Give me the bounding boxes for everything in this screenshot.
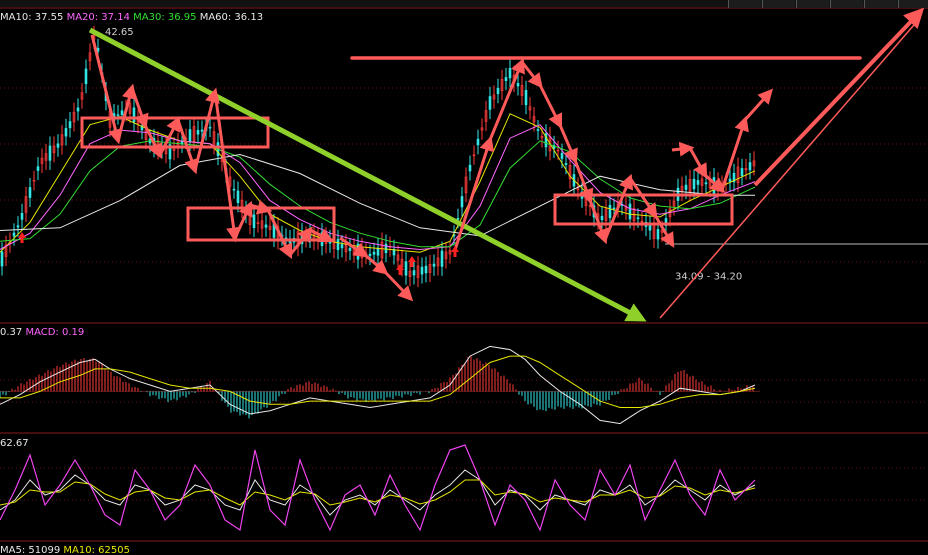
candle-body <box>368 253 372 256</box>
legend-entry: 0.37 <box>0 327 25 338</box>
candle-body <box>376 247 380 256</box>
candle-body <box>748 162 752 171</box>
swing-arrow <box>288 226 313 256</box>
toolbar-button[interactable] <box>830 0 863 8</box>
candle-body <box>188 129 192 142</box>
legend-entry: 62.67 <box>0 438 29 449</box>
buy-signal-icon <box>451 246 459 257</box>
candle-body <box>420 266 424 275</box>
candle-body <box>264 224 268 228</box>
series-line-j <box>0 444 756 532</box>
candle-body <box>504 77 508 81</box>
candle-body <box>628 203 632 220</box>
candle-body <box>348 248 352 251</box>
swing-arrow <box>266 209 293 260</box>
candle-body <box>460 196 464 208</box>
candle-body <box>468 164 472 172</box>
candle-body <box>636 217 640 220</box>
candle-body <box>684 184 688 190</box>
candle-body <box>36 166 40 171</box>
toolbar-button[interactable] <box>728 0 761 8</box>
buy-signal-icon <box>408 256 416 267</box>
candle-body <box>612 207 616 210</box>
trend-arrow-green <box>88 27 647 322</box>
candle-body <box>16 225 20 228</box>
candle-body <box>536 129 540 131</box>
candle-body <box>692 178 696 190</box>
legend-entry: MA5: 51099 <box>0 545 63 555</box>
candle-body <box>132 107 136 123</box>
toolbar-button[interactable] <box>864 0 897 8</box>
candle-body <box>28 187 32 198</box>
candle-body <box>456 217 460 220</box>
candle-body <box>704 182 708 185</box>
candle-body <box>20 213 24 220</box>
candle-body <box>0 251 4 267</box>
price-legend: MA10: 37.55 MA20: 37.14 MA30: 36.95 MA60… <box>0 12 263 23</box>
candle-body <box>412 270 416 276</box>
toolbar-button[interactable] <box>796 0 829 8</box>
candle-body <box>728 178 732 182</box>
legend-entry: MA30: 36.95 <box>133 12 200 23</box>
candle-body <box>488 96 492 110</box>
candle-body <box>432 263 436 267</box>
candle-body <box>496 87 500 95</box>
candle-body <box>424 265 428 274</box>
toolbar-button[interactable] <box>898 0 928 8</box>
candle-body <box>656 229 660 240</box>
candle-body <box>56 143 60 148</box>
price-annotation: 42.65 <box>105 27 134 38</box>
candle-body <box>608 204 612 219</box>
candle-body <box>740 168 744 177</box>
candle-body <box>384 243 388 254</box>
candle-body <box>64 128 68 137</box>
candle-body <box>560 152 564 159</box>
candle-body <box>12 232 16 237</box>
chart-canvas: 42.65 34.09 - 34.20 MA10: 37.55 MA20: 37.1… <box>0 0 928 555</box>
candle-body <box>200 129 204 132</box>
legend-entry: MACD: 0.19 <box>25 327 84 338</box>
kdj-legend: 62.67 <box>0 438 29 449</box>
candle-body <box>120 110 124 116</box>
candle-body <box>76 107 80 112</box>
candle-body <box>84 68 88 85</box>
candle-body <box>372 251 376 255</box>
candle-body <box>232 188 236 191</box>
candle-body <box>696 180 700 185</box>
candle-body <box>68 121 72 129</box>
price-annotation: 34.09 - 34.20 <box>675 271 742 282</box>
swing-arrow <box>538 84 563 130</box>
swing-arrow <box>743 88 773 121</box>
legend-entry: MA10: 62505 <box>63 545 130 555</box>
candle-body <box>516 83 520 87</box>
candle-body <box>196 129 200 135</box>
target-arrow <box>753 7 925 187</box>
candle-body <box>508 68 512 79</box>
swing-arrow <box>520 61 543 89</box>
candle-body <box>48 145 52 161</box>
swing-arrow <box>671 141 695 157</box>
candle-body <box>236 190 240 204</box>
candle-body <box>404 261 408 276</box>
legend-entry: MA60: 36.13 <box>200 12 263 23</box>
macd-legend: 0.37 MACD: 0.19 <box>0 327 84 338</box>
channel-line <box>659 17 921 319</box>
candle-body <box>648 224 652 231</box>
candle-body <box>564 163 568 165</box>
swing-arrow <box>90 34 123 145</box>
candle-body <box>524 89 528 106</box>
candle-body <box>252 214 256 228</box>
legend-entry: MA10: 37.55 <box>0 12 67 23</box>
candle-body <box>476 138 480 146</box>
candle-body <box>440 250 444 267</box>
candle-body <box>340 244 344 249</box>
volume-legend: MA5: 51099 MA10: 62505 <box>0 545 130 555</box>
legend-entry: MA20: 37.14 <box>67 12 134 23</box>
candle-body <box>116 114 120 116</box>
stock-chart: 42.65 34.09 - 34.20 MA10: 37.55 MA20: 37.1… <box>0 0 928 555</box>
toolbar-button[interactable] <box>762 0 795 8</box>
candle-body <box>600 215 604 221</box>
candle-body <box>208 126 212 129</box>
candle-body <box>336 239 340 251</box>
